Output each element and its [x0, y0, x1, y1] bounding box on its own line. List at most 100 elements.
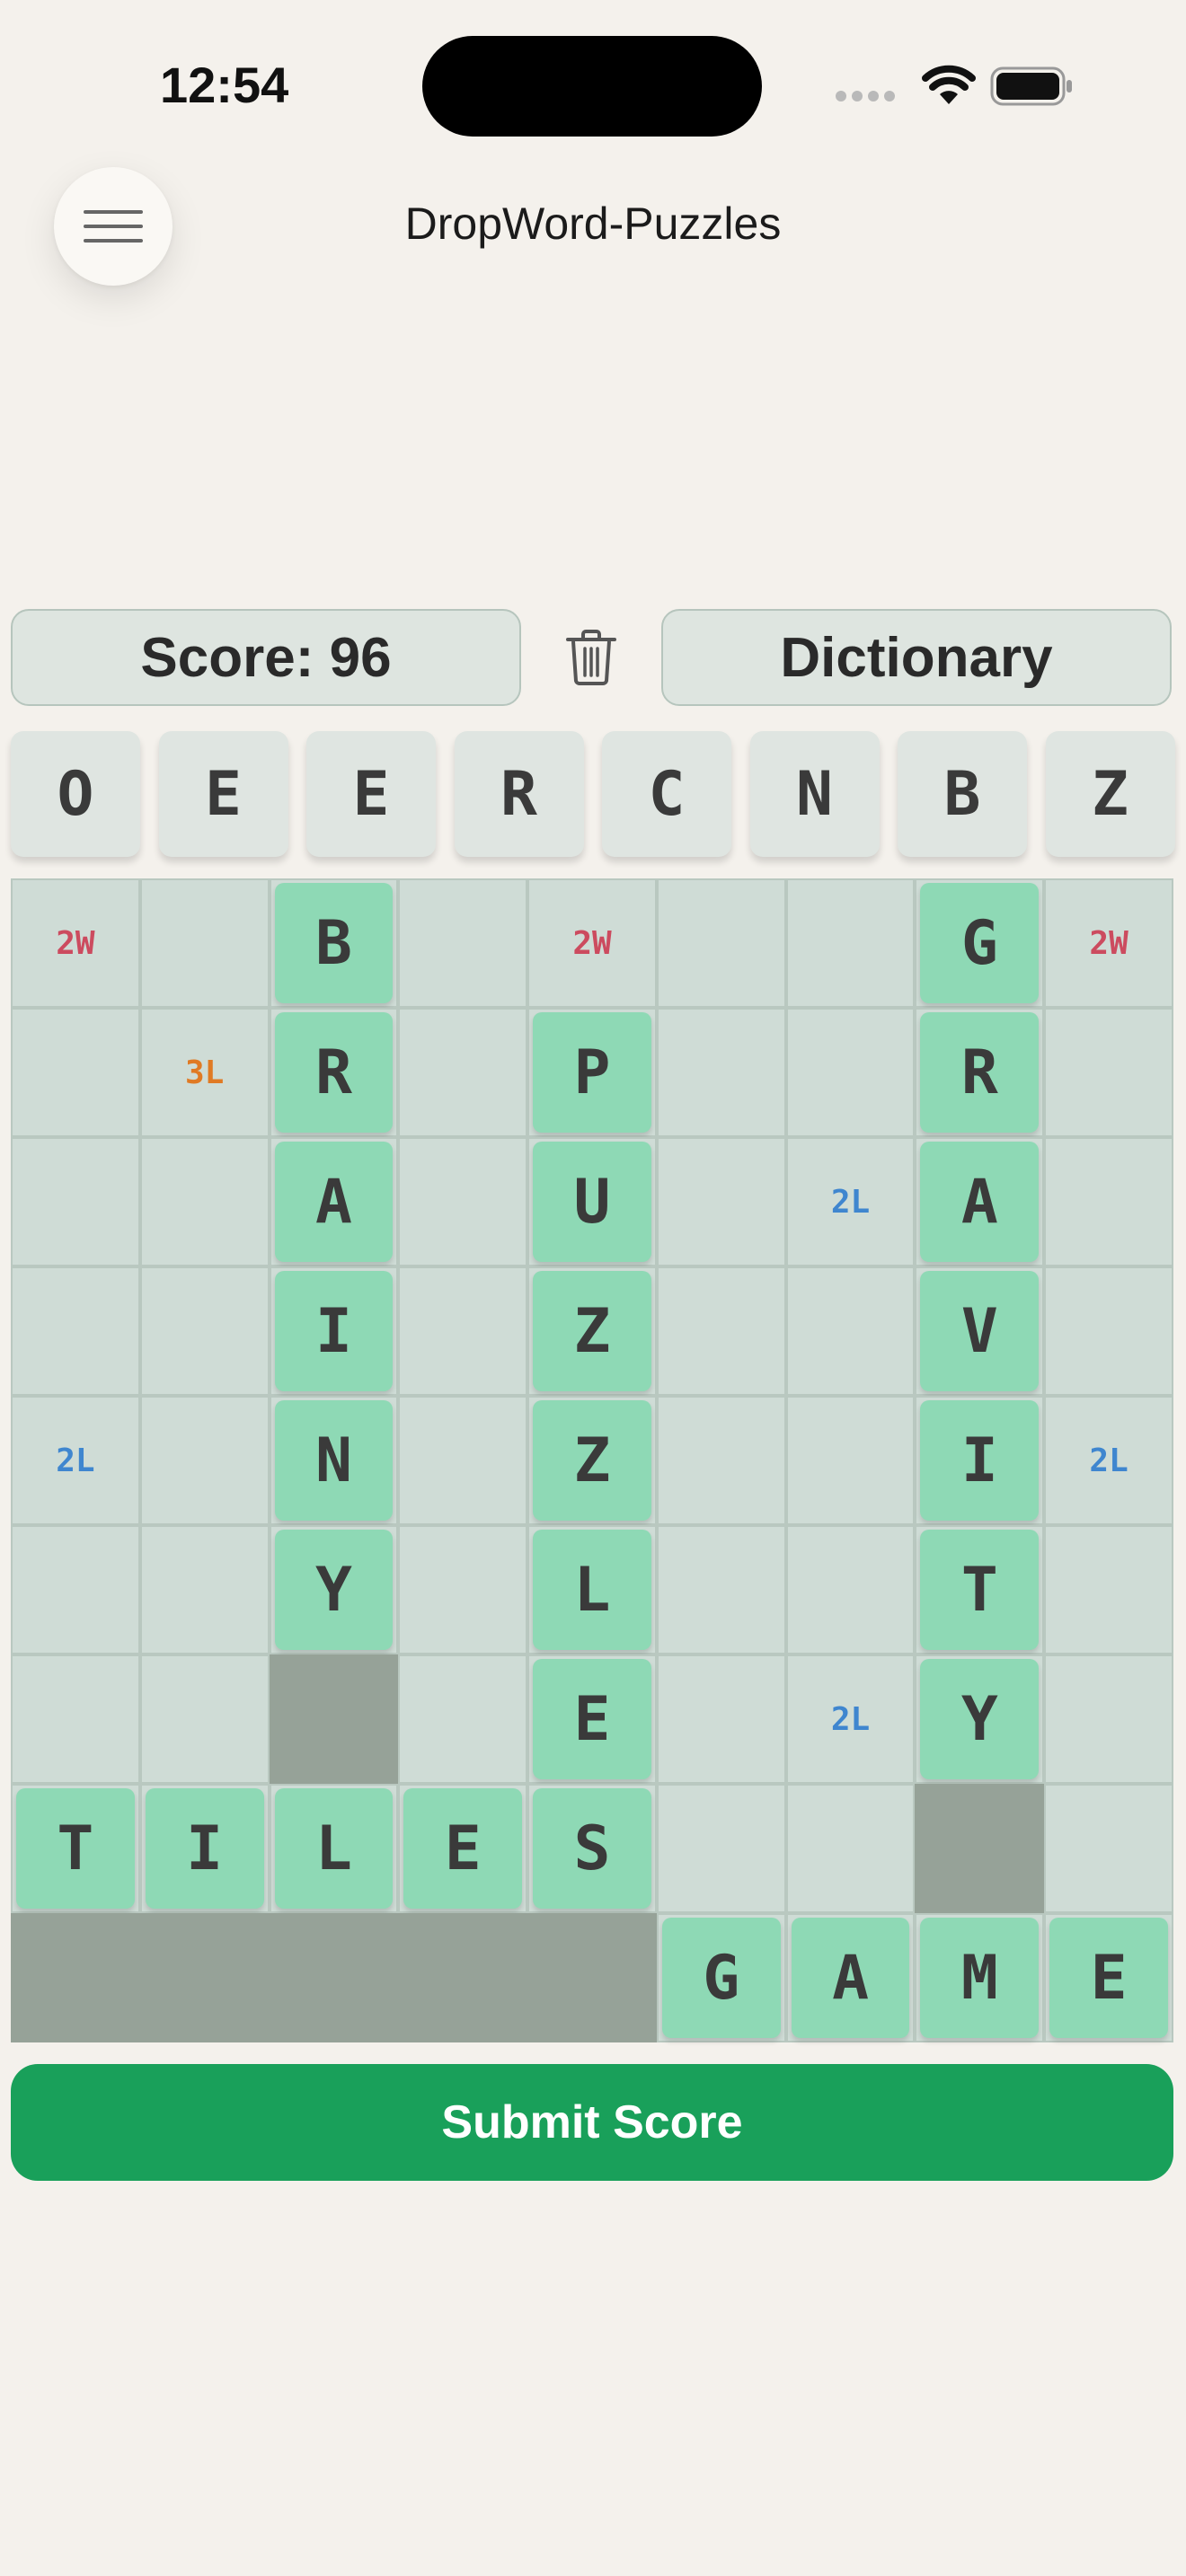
empty-cell[interactable] [11, 1654, 140, 1784]
empty-cell[interactable] [11, 1266, 140, 1396]
letter-tile[interactable]: G [661, 1918, 781, 2038]
letter-tile[interactable]: I [145, 1788, 264, 1909]
letter-tile[interactable]: I [920, 1400, 1040, 1521]
empty-cell[interactable] [656, 878, 786, 1008]
tray-letter-tile[interactable]: R [454, 731, 584, 857]
letter-tile[interactable]: A [274, 1142, 394, 1262]
empty-cell[interactable] [398, 1525, 528, 1654]
status-icons [836, 57, 1078, 115]
letter-tile[interactable]: E [403, 1788, 523, 1909]
empty-cell[interactable] [11, 1008, 140, 1137]
submit-score-button[interactable]: Submit Score [11, 2064, 1173, 2181]
letter-tile[interactable]: M [920, 1918, 1040, 2038]
empty-cell[interactable] [1044, 1137, 1173, 1266]
empty-cell[interactable] [139, 1654, 270, 1784]
empty-cell[interactable] [1044, 1266, 1173, 1396]
letter-tile[interactable]: I [274, 1271, 394, 1391]
empty-cell[interactable] [398, 1008, 528, 1137]
empty-cell[interactable] [1044, 1784, 1173, 1913]
blocked-cell [269, 1913, 399, 2042]
letter-tile[interactable]: N [274, 1400, 394, 1521]
empty-cell[interactable] [785, 878, 916, 1008]
empty-cell[interactable] [398, 1654, 528, 1784]
letter-tile[interactable]: U [533, 1142, 651, 1262]
empty-cell[interactable] [656, 1008, 786, 1137]
empty-cell[interactable] [785, 1784, 916, 1913]
tray-letter-tile[interactable]: N [749, 731, 880, 857]
empty-cell[interactable] [656, 1266, 786, 1396]
empty-cell[interactable] [1044, 1654, 1173, 1784]
tray-letter-tile[interactable]: Z [1045, 731, 1175, 857]
empty-cell[interactable] [139, 1396, 270, 1525]
tray-letter-tile[interactable]: E [158, 731, 288, 857]
empty-cell[interactable] [398, 1137, 528, 1266]
empty-cell[interactable] [139, 878, 270, 1008]
bonus-label: 2L [56, 1442, 95, 1479]
letter-tile[interactable]: E [1049, 1918, 1168, 2038]
letter-tile[interactable]: Z [533, 1271, 651, 1391]
empty-cell[interactable] [398, 1396, 528, 1525]
tray-letter-tile[interactable]: B [898, 731, 1027, 857]
bonus-cell-2w[interactable]: 2W [527, 878, 657, 1008]
empty-cell[interactable] [656, 1396, 786, 1525]
empty-cell[interactable] [11, 1137, 140, 1266]
empty-cell[interactable] [785, 1396, 916, 1525]
bonus-label: 2W [572, 924, 612, 962]
trash-icon[interactable] [564, 629, 618, 686]
tray-letter-tile[interactable]: C [602, 731, 731, 857]
bonus-label: 3L [184, 1054, 225, 1091]
empty-cell[interactable] [1044, 1008, 1173, 1137]
letter-tile[interactable]: Z [533, 1400, 651, 1521]
bonus-cell-2w[interactable]: 2W [1044, 878, 1173, 1008]
tray-letter-tile[interactable]: E [306, 731, 436, 857]
letter-tile[interactable]: P [533, 1012, 651, 1133]
bonus-cell-2l[interactable]: 2L [785, 1654, 916, 1784]
empty-cell[interactable] [656, 1137, 786, 1266]
blocked-cell [11, 1913, 140, 2042]
empty-cell[interactable] [656, 1784, 786, 1913]
dictionary-button[interactable]: Dictionary [661, 609, 1172, 706]
bonus-cell-2w[interactable]: 2W [11, 878, 140, 1008]
letter-tile[interactable]: A [920, 1142, 1040, 1262]
empty-cell[interactable] [398, 878, 528, 1008]
letter-tile[interactable]: T [16, 1788, 135, 1909]
letter-tile[interactable]: Y [274, 1530, 394, 1650]
letter-tile[interactable]: V [920, 1271, 1040, 1391]
letter-tile[interactable]: G [920, 883, 1040, 1003]
empty-cell[interactable] [139, 1525, 270, 1654]
bonus-cell-2l[interactable]: 2L [1044, 1396, 1173, 1525]
empty-cell[interactable] [139, 1266, 270, 1396]
bonus-label: 2W [1089, 924, 1128, 962]
empty-cell[interactable] [785, 1008, 916, 1137]
empty-cell[interactable] [11, 1525, 140, 1654]
blocked-cell [398, 1913, 528, 2042]
status-time: 12:54 [160, 57, 289, 113]
bonus-cell-2l[interactable]: 2L [785, 1137, 916, 1266]
bonus-label: 2L [830, 1183, 871, 1221]
tray-letter-tile[interactable]: O [11, 731, 140, 857]
empty-cell[interactable] [1044, 1525, 1173, 1654]
letter-tile[interactable]: S [533, 1788, 651, 1909]
empty-cell[interactable] [656, 1525, 786, 1654]
letter-tile[interactable]: A [791, 1918, 910, 2038]
letter-tile[interactable]: Y [920, 1659, 1040, 1779]
letter-tile[interactable]: L [274, 1788, 394, 1909]
empty-cell[interactable] [139, 1137, 270, 1266]
empty-cell[interactable] [785, 1525, 916, 1654]
app-title: DropWord-Puzzles [404, 198, 782, 249]
letter-tile[interactable]: R [274, 1012, 394, 1133]
empty-cell[interactable] [398, 1266, 528, 1396]
bonus-cell-2l[interactable]: 2L [11, 1396, 140, 1525]
empty-cell[interactable] [785, 1266, 916, 1396]
letter-tile[interactable]: L [533, 1530, 651, 1650]
empty-cell[interactable] [656, 1654, 786, 1784]
blocked-cell [139, 1913, 270, 2042]
battery-icon [990, 66, 1072, 106]
letter-tile[interactable]: B [274, 883, 394, 1003]
letter-tile[interactable]: T [920, 1530, 1040, 1650]
blocked-cell [269, 1654, 399, 1784]
bonus-label: 2W [56, 924, 95, 962]
bonus-cell-3l[interactable]: 3L [139, 1008, 270, 1137]
letter-tile[interactable]: E [533, 1659, 651, 1779]
letter-tile[interactable]: R [920, 1012, 1040, 1133]
